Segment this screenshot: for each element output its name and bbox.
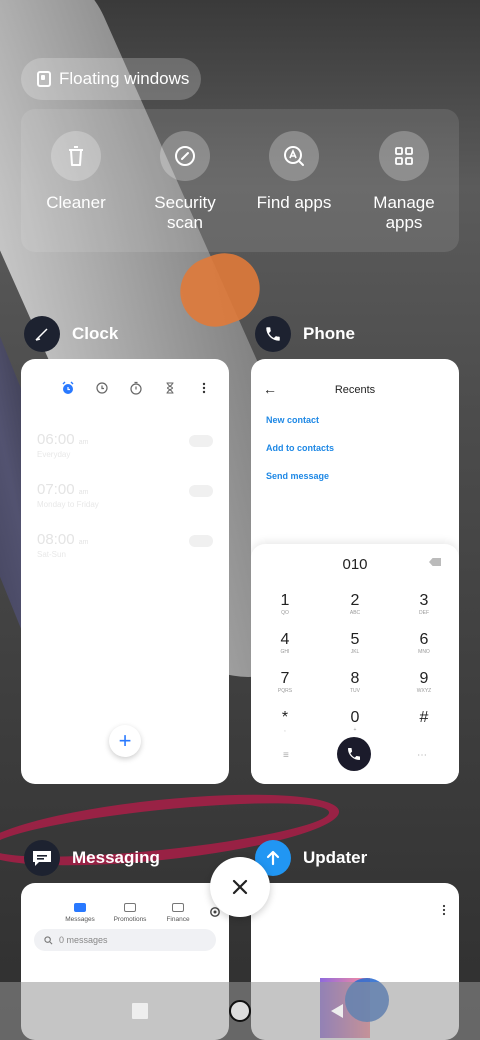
search-icon — [44, 935, 53, 944]
menu-icon[interactable]: ≡ — [283, 750, 289, 761]
quick-actions-panel: Cleaner Security scan Find apps Manage a… — [21, 109, 459, 252]
more-options-icon[interactable] — [197, 381, 211, 395]
add-alarm-button[interactable]: + — [109, 725, 141, 757]
recents-button[interactable] — [132, 1003, 148, 1019]
back-triangle-icon — [331, 1004, 343, 1018]
phone-app-header[interactable]: Phone — [255, 316, 355, 352]
send-message-link[interactable]: Send message — [266, 471, 329, 481]
alarm-days: Monday to Friday — [37, 500, 99, 509]
alarm-days: Sat-Sun — [37, 550, 66, 559]
clock-app-header[interactable]: Clock — [24, 316, 118, 352]
alarm-row[interactable]: 08:00 am Sat-Sun — [37, 531, 213, 571]
trash-icon — [51, 131, 101, 181]
alarm-suffix: am — [78, 489, 89, 496]
clock-app-card[interactable]: 06:00 am Everyday 07:00 am Monday to Fri… — [21, 359, 229, 784]
mail-icon — [74, 903, 86, 912]
manage-apps-button[interactable]: Manage apps — [349, 131, 459, 233]
messaging-app-header[interactable]: Messaging — [24, 840, 160, 876]
square-icon — [132, 1003, 148, 1019]
alarm-time: 06:00 — [37, 431, 75, 448]
phone-app-name: Phone — [303, 324, 355, 343]
clock-icon[interactable] — [95, 381, 109, 395]
clock-app-icon — [24, 316, 60, 352]
security-scan-icon — [160, 131, 210, 181]
tab-finance[interactable]: Finance — [153, 903, 203, 923]
alarm-toggle[interactable] — [189, 435, 213, 447]
alarm-time: 08:00 — [37, 531, 75, 548]
floating-windows-button[interactable]: Floating windows — [21, 58, 201, 100]
message-search-input[interactable]: 0 messages — [34, 929, 216, 951]
dial-key[interactable]: *, — [255, 709, 315, 734]
floating-window-icon — [37, 71, 51, 87]
search-placeholder: 0 messages — [59, 935, 108, 945]
floating-windows-label: Floating windows — [59, 69, 190, 88]
home-button[interactable] — [229, 1000, 251, 1022]
messaging-app-icon — [24, 840, 60, 876]
clear-all-button[interactable] — [210, 857, 270, 917]
dial-key[interactable]: 5 JKL — [325, 631, 385, 656]
dial-key[interactable]: 1 QO — [255, 592, 315, 617]
find-apps-button[interactable]: Find apps — [239, 131, 349, 213]
card-icon — [172, 903, 184, 912]
new-contact-link[interactable]: New contact — [266, 415, 319, 425]
dial-key[interactable]: 2 ABC — [325, 592, 385, 617]
phone-title: Recents — [334, 384, 376, 396]
dial-key[interactable]: 3 DEF — [394, 592, 454, 617]
more-options-icon[interactable] — [441, 903, 447, 921]
phone-call-icon — [348, 748, 360, 760]
tab-messages[interactable]: Messages — [55, 903, 105, 923]
find-apps-icon — [269, 131, 319, 181]
timer-icon[interactable] — [163, 381, 177, 395]
phone-top-bar: ← Recents — [263, 381, 447, 401]
find-apps-label: Find apps — [256, 193, 332, 212]
cleaner-button[interactable]: Cleaner — [21, 131, 131, 213]
alarm-icon[interactable] — [61, 381, 75, 395]
dial-key[interactable]: 8 TUV — [325, 670, 385, 695]
navigation-bar — [0, 982, 480, 1040]
alarm-row[interactable]: 07:00 am Monday to Friday — [37, 481, 213, 521]
dialpad-toggle-icon[interactable]: ⋯ — [417, 750, 427, 761]
tab-promotions[interactable]: Promotions — [105, 903, 155, 923]
dialed-number: 010 — [342, 556, 368, 573]
stopwatch-icon[interactable] — [129, 381, 143, 395]
close-icon — [232, 879, 248, 895]
circle-icon — [229, 1000, 251, 1022]
updater-app-name: Updater — [303, 848, 368, 867]
alarm-suffix: am — [78, 539, 89, 546]
alarm-time: 07:00 — [37, 481, 75, 498]
call-button[interactable] — [337, 737, 371, 771]
clock-app-name: Clock — [72, 324, 119, 343]
back-button[interactable] — [329, 1003, 345, 1024]
dial-key[interactable]: # — [394, 709, 454, 727]
alarm-row[interactable]: 06:00 am Everyday — [37, 431, 213, 471]
dial-key[interactable]: 0 + — [325, 709, 385, 734]
manage-apps-label: Manage apps — [373, 193, 435, 232]
alarm-toggle[interactable] — [189, 485, 213, 497]
messaging-app-name: Messaging — [72, 848, 160, 867]
updater-app-header[interactable]: Updater — [255, 840, 367, 876]
alarm-days: Everyday — [37, 450, 71, 459]
clock-tabs — [61, 381, 211, 395]
dialpad: 010 1 QO 2 ABC 3 DEF 4 GHI 5 JKL 6 MNO 7 PQRS 8… — [251, 544, 459, 784]
phone-app-icon — [255, 316, 291, 352]
cleaner-label: Cleaner — [46, 193, 106, 212]
dial-key[interactable]: 9 WXYZ — [394, 670, 454, 695]
grid-icon — [379, 131, 429, 181]
security-scan-label: Security scan — [154, 193, 216, 232]
dial-key[interactable]: 4 GHI — [255, 631, 315, 656]
dial-key[interactable]: 7 PQRS — [255, 670, 315, 695]
add-to-contacts-link[interactable]: Add to contacts — [266, 443, 334, 453]
messaging-tabs: Messages Promotions Finance — [49, 903, 221, 929]
dial-key[interactable]: 6 MNO — [394, 631, 454, 656]
security-scan-button[interactable]: Security scan — [130, 131, 240, 233]
alarm-toggle[interactable] — [189, 535, 213, 547]
phone-app-card[interactable]: ← Recents New contact Add to contacts Se… — [251, 359, 459, 784]
tag-icon — [124, 903, 136, 912]
alarm-suffix: am — [78, 439, 89, 446]
